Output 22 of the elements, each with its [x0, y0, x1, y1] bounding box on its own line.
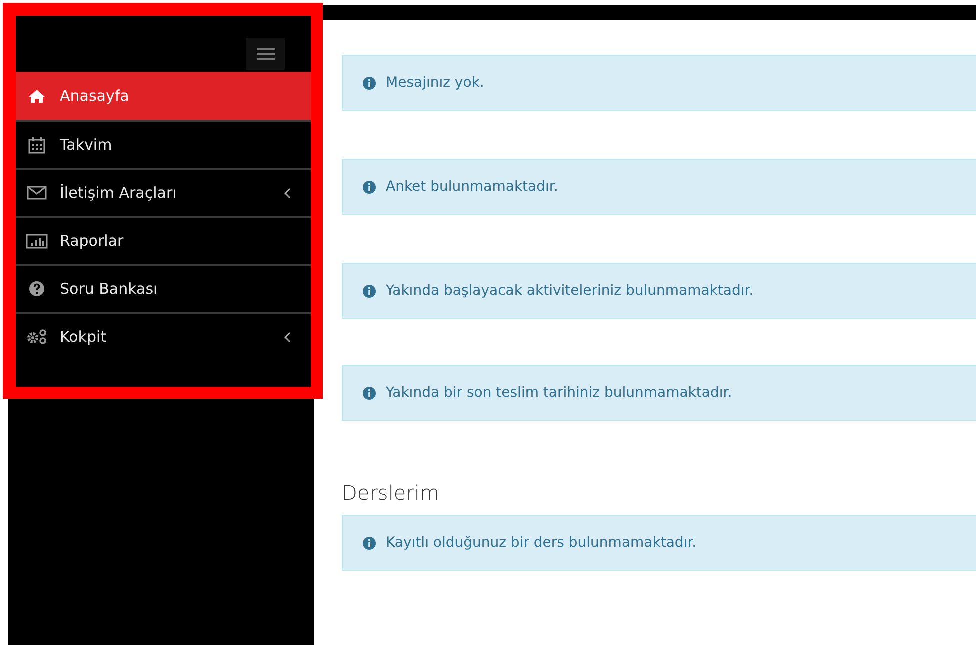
info-icon — [363, 536, 376, 550]
chevron-left-icon — [284, 332, 291, 342]
bar-chart-icon — [26, 234, 48, 248]
alert-text: Yakında bir son teslim tarihiniz bulunmamaktadır. — [386, 384, 732, 402]
alert-text: Kayıtlı olduğunuz bir ders bulunmamaktadır. — [386, 534, 697, 552]
menu-button[interactable] — [246, 38, 285, 70]
calendar-icon — [28, 136, 46, 154]
envelope-icon — [27, 186, 47, 200]
info-icon — [363, 180, 376, 194]
menu-icon — [256, 46, 276, 62]
home-icon — [28, 88, 46, 104]
info-icon — [363, 284, 376, 298]
chevron-left-icon — [284, 188, 291, 198]
alert-text: Mesajınız yok. — [386, 74, 484, 92]
gears-icon — [26, 329, 48, 345]
question-icon — [29, 281, 45, 297]
section-heading: Derslerim — [342, 480, 440, 507]
info-icon — [363, 76, 376, 90]
info-icon — [363, 386, 376, 400]
alert-text: Yakında başlayacak aktiviteleriniz bulunmamaktadır. — [386, 282, 754, 300]
alert-text: Anket bulunmamaktadır. — [386, 178, 558, 196]
menu-item[interactable]: Anasayfa — [16, 72, 311, 120]
